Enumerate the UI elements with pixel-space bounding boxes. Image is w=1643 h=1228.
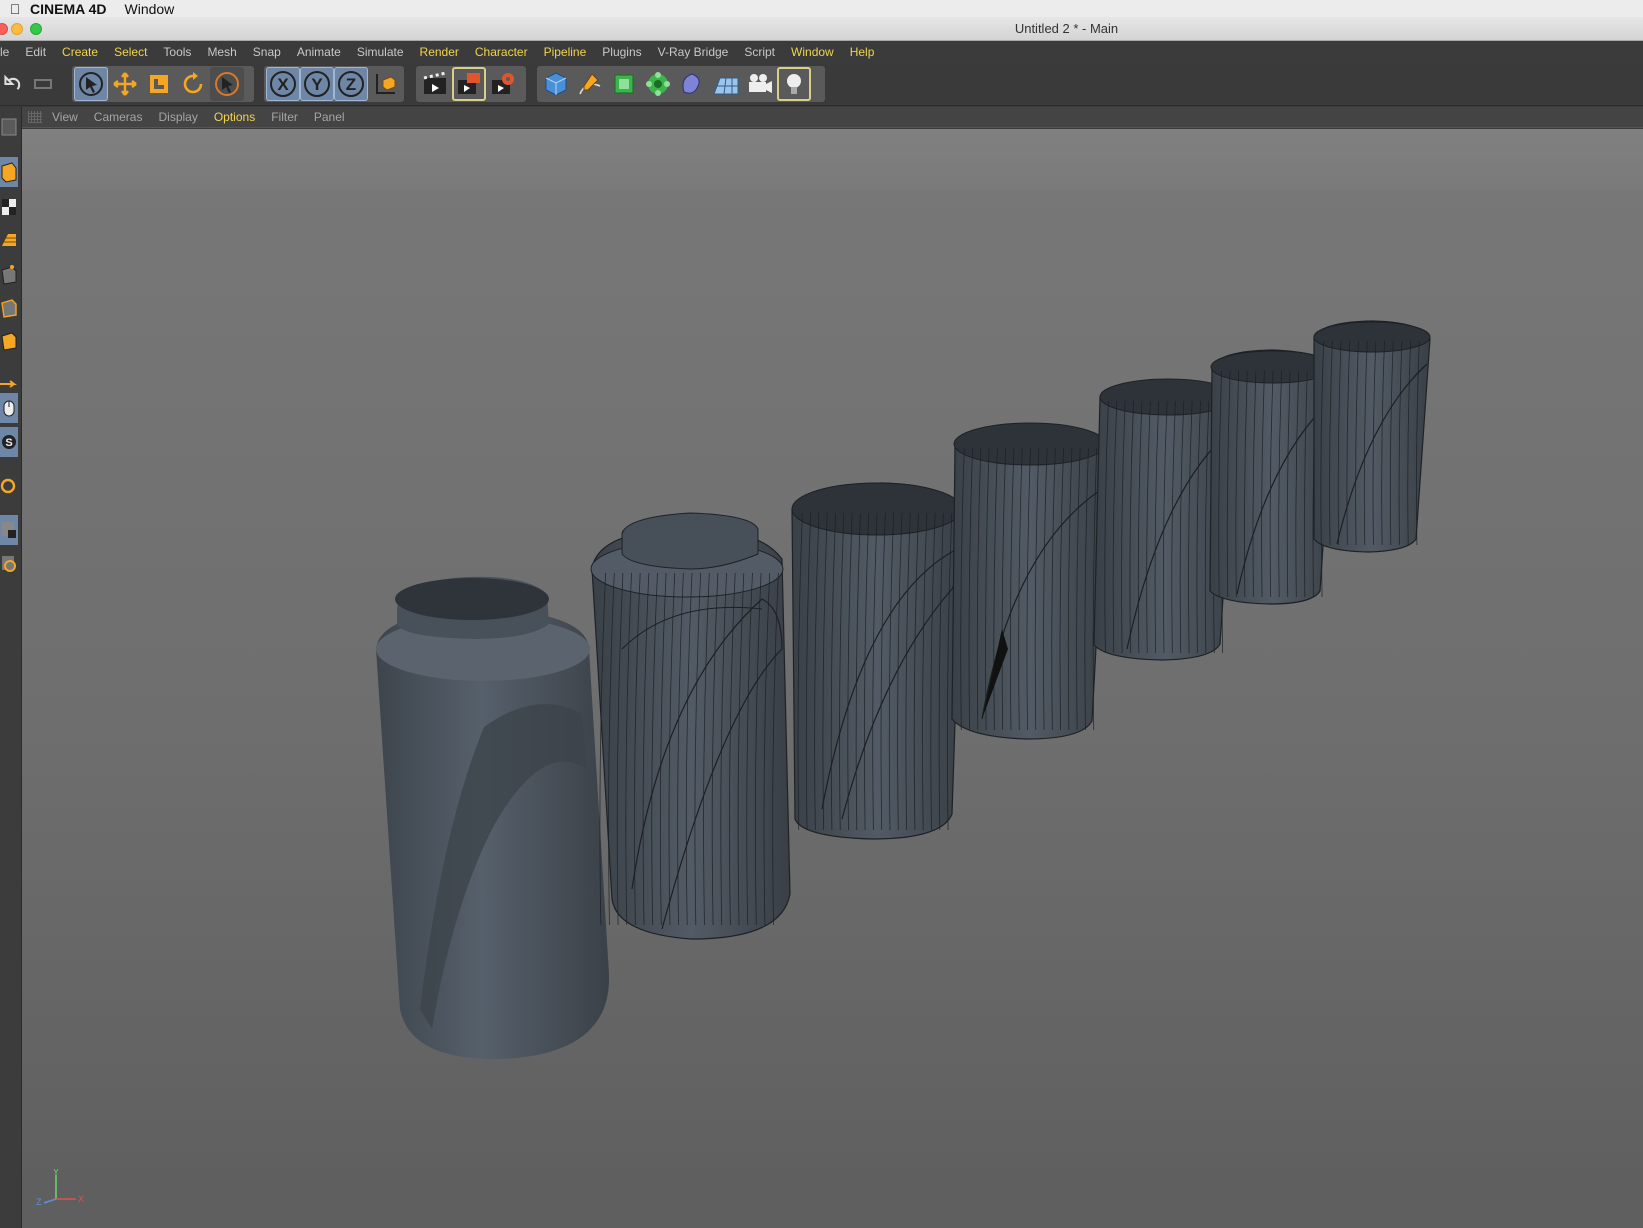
window-titlebar: Untitled 2 * - Main — [0, 17, 1643, 41]
lock-workplane-icon[interactable] — [0, 515, 18, 545]
viewport-menu-view[interactable]: View — [52, 110, 78, 124]
viewport-grip-icon[interactable] — [28, 111, 42, 123]
menu-pipeline[interactable]: Pipeline — [536, 45, 595, 59]
render-view-icon[interactable] — [418, 67, 452, 101]
bottle-wireframe-3[interactable] — [791, 482, 963, 840]
bottle-smooth[interactable] — [376, 576, 610, 1060]
move-icon[interactable] — [108, 67, 142, 101]
render-settings-icon[interactable] — [486, 67, 520, 101]
menu-le[interactable]: le — [0, 45, 17, 59]
model-mode-icon[interactable] — [0, 157, 18, 187]
close-window-button[interactable] — [0, 23, 8, 35]
mac-window-menu[interactable]: Window — [125, 1, 175, 17]
deformer-icon[interactable] — [675, 67, 709, 101]
axis-x-label: X — [78, 1194, 84, 1204]
menu-mesh[interactable]: Mesh — [199, 45, 244, 59]
object-group — [537, 66, 825, 102]
mac-menubar:  CINEMA 4D Window — [0, 0, 1643, 17]
menu-window[interactable]: Window — [783, 45, 842, 59]
undo-redo-group — [0, 66, 62, 102]
perspective-viewport[interactable]: Y X Z — [22, 129, 1643, 1228]
scene-objects[interactable] — [22, 129, 1643, 1228]
axis-y-label: Y — [53, 1169, 59, 1177]
y-axis-icon[interactable]: Y — [300, 67, 334, 101]
menu-select[interactable]: Select — [106, 45, 155, 59]
menu-plugins[interactable]: Plugins — [594, 45, 649, 59]
texture-mode-icon[interactable] — [0, 192, 18, 222]
menu-help[interactable]: Help — [842, 45, 883, 59]
command-toolbar: X Y Z — [0, 63, 1643, 106]
svg-text:Y: Y — [311, 75, 323, 94]
axis-lock-group: X Y Z — [264, 66, 404, 102]
scale-icon[interactable] — [142, 67, 176, 101]
axis-gizmo: Y X Z — [36, 1169, 84, 1207]
undo-icon[interactable] — [2, 67, 26, 101]
zoom-window-button[interactable] — [30, 23, 42, 35]
apple-icon[interactable]:  — [0, 1, 30, 17]
menu-character[interactable]: Character — [467, 45, 536, 59]
svg-text:S: S — [5, 437, 12, 449]
pen-spline-icon[interactable] — [573, 67, 607, 101]
x-axis-icon[interactable]: X — [266, 67, 300, 101]
axis-z-label: Z — [36, 1197, 42, 1207]
minimize-window-button[interactable] — [11, 23, 23, 35]
camera-icon[interactable] — [743, 67, 777, 101]
workplane-lock-icon[interactable] — [0, 471, 18, 501]
menu-script[interactable]: Script — [736, 45, 783, 59]
tool-group — [72, 66, 254, 102]
menu-tools[interactable]: Tools — [155, 45, 199, 59]
cube-icon[interactable] — [539, 67, 573, 101]
edges-mode-icon[interactable] — [0, 292, 18, 322]
main-menubar: le Edit Create Select Tools Mesh Snap Animate Si… — [0, 41, 1643, 63]
menu-animate[interactable]: Animate — [289, 45, 349, 59]
menu-edit[interactable]: Edit — [17, 45, 54, 59]
viewport-menubar: View Cameras Display Options Filter Pane… — [22, 107, 1643, 128]
tweak-mode-icon[interactable] — [0, 393, 18, 423]
svg-text:Z: Z — [346, 75, 356, 94]
viewport-solo-icon[interactable] — [0, 112, 18, 142]
svg-text:X: X — [277, 75, 289, 94]
subdivision-icon[interactable] — [607, 67, 641, 101]
polygons-mode-icon[interactable] — [0, 325, 18, 355]
left-tool-palette: S — [0, 107, 22, 1228]
light-icon[interactable] — [777, 67, 811, 101]
quantize-icon[interactable] — [0, 549, 18, 579]
window-title: Untitled 2 * - Main — [1014, 21, 1119, 36]
redo-icon[interactable] — [26, 67, 60, 101]
array-icon[interactable] — [641, 67, 675, 101]
menu-create[interactable]: Create — [54, 45, 106, 59]
snap-icon[interactable]: S — [0, 427, 18, 457]
render-picture-viewer-icon[interactable] — [452, 67, 486, 101]
menu-simulate[interactable]: Simulate — [349, 45, 412, 59]
bottle-wireframe-7[interactable] — [1313, 320, 1431, 553]
points-mode-icon[interactable] — [0, 259, 18, 289]
menu-render[interactable]: Render — [412, 45, 467, 59]
menu-v-ray-bridge[interactable]: V-Ray Bridge — [650, 45, 737, 59]
bottle-wireframe-detailed[interactable] — [590, 512, 791, 940]
viewport-menu-cameras[interactable]: Cameras — [94, 110, 143, 124]
viewport-menu-filter[interactable]: Filter — [271, 110, 298, 124]
bottle-wireframe-4[interactable] — [951, 422, 1108, 740]
render-group — [416, 66, 526, 102]
menu-snap[interactable]: Snap — [245, 45, 289, 59]
floor-icon[interactable] — [709, 67, 743, 101]
rotate-icon[interactable] — [176, 67, 210, 101]
z-axis-icon[interactable]: Z — [334, 67, 368, 101]
viewport-menu-panel[interactable]: Panel — [314, 110, 345, 124]
live-selection-icon[interactable] — [74, 67, 108, 101]
viewport-menu-options[interactable]: Options — [214, 110, 255, 124]
coordinate-system-icon[interactable] — [368, 67, 402, 101]
last-tool-icon[interactable] — [210, 67, 244, 101]
workplane-mode-icon[interactable] — [0, 225, 18, 255]
app-menu[interactable]: CINEMA 4D — [30, 1, 107, 17]
viewport-menu-display[interactable]: Display — [158, 110, 197, 124]
